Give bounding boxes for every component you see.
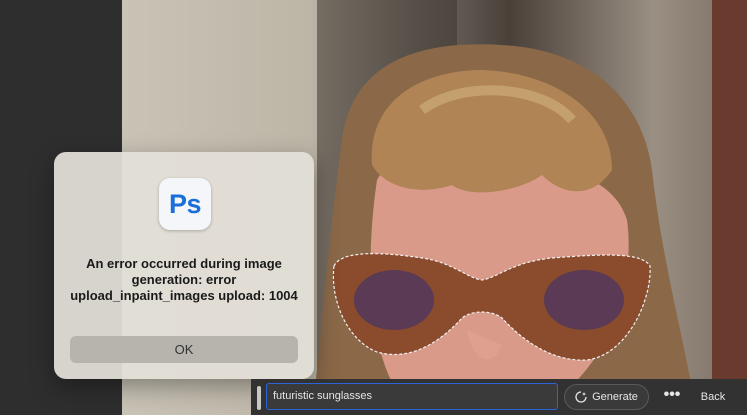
app-icon-text: Ps [168,188,202,219]
more-options-button[interactable]: ••• [660,386,684,408]
error-dialog: Ps An error occurred during image genera… [54,152,314,379]
prompt-input[interactable]: futuristic sunglasses [266,383,558,410]
error-message: An error occurred during image generatio… [70,256,298,303]
back-button[interactable]: Back [693,386,733,408]
generate-label: Generate [592,391,638,403]
photoshop-app-icon: Ps [159,178,211,230]
generate-button[interactable]: Generate [564,384,649,410]
ok-button[interactable]: OK [70,336,298,363]
generate-sparkle-icon [575,391,587,403]
drag-handle[interactable] [257,386,261,410]
